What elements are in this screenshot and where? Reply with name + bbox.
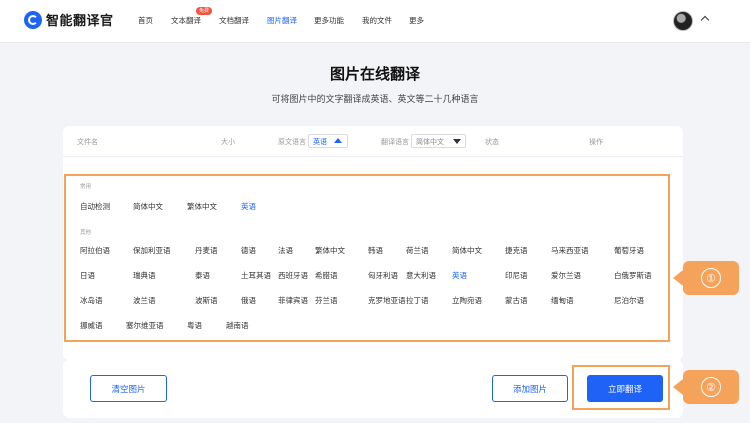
source-lang-value: 英语 [313,138,327,146]
target-lang-value: 简体中文 [416,138,444,146]
header-divider [63,156,683,157]
add-image-button[interactable]: 添加图片 [492,375,568,402]
lang-option[interactable]: 葡萄牙语 [614,245,644,256]
lang-option[interactable]: 瑞典语 [133,270,156,281]
nav-my-files[interactable]: 我的文件 [362,15,392,26]
lang-option[interactable]: 挪威语 [80,320,103,331]
lang-option[interactable]: 西班牙语 [278,270,308,281]
col-size: 大小 [221,138,235,146]
lang-option[interactable]: 丹麦语 [195,245,218,256]
lang-option[interactable]: 日语 [80,270,95,281]
lang-option[interactable]: 简体中文 [452,245,482,256]
lang-option[interactable]: 匈牙利语 [368,270,398,281]
callout-number: ② [701,377,721,397]
col-target-lang: 翻译语言 [381,138,409,146]
lang-option[interactable]: 拉丁语 [406,295,429,306]
lang-option[interactable]: 塞尔维亚语 [126,320,164,331]
nav-image-translate[interactable]: 图片翻译 [267,15,297,26]
lang-option[interactable]: 俄语 [241,295,256,306]
nav-more-features[interactable]: 更多功能 [314,15,344,26]
nav-doc-translate[interactable]: 文档翻译 [219,15,249,26]
free-badge: 免费 [196,7,213,15]
app-brand[interactable]: 智能翻译官 [46,10,114,29]
page-title: 图片在线翻译 [329,65,420,83]
lang-option[interactable]: 简体中文 [133,201,163,212]
lang-option[interactable]: 自动检测 [80,201,110,212]
callout-2: ② [673,370,739,404]
lang-option[interactable]: 克罗地亚语 [368,295,406,306]
lang-option[interactable]: 粤语 [187,320,202,331]
language-dropdown: 常用 自动检测 简体中文 繁体中文 英语 其他 阿拉伯语 保加利亚语 丹麦语 德语 法语 繁体中… [64,174,670,342]
page-subtitle: 可将图片中的文字翻译成英语、英文等二十几种语言 [271,95,479,105]
chevron-up-icon[interactable] [700,15,710,25]
lang-option[interactable]: 越南语 [226,320,249,331]
lang-option[interactable]: 菲律宾语 [278,295,308,306]
callout-arrow [673,270,683,286]
lang-option[interactable]: 冰岛语 [80,295,103,306]
lang-option[interactable]: 泰语 [195,270,210,281]
lang-option[interactable]: 波兰语 [133,295,156,306]
lang-option[interactable]: 英语 [452,270,467,281]
nav-text-translate[interactable]: 文本翻译 [171,15,201,26]
lang-option[interactable]: 意大利语 [406,270,436,281]
lang-option[interactable]: 印尼语 [505,270,528,281]
callout-1: ① [673,261,739,295]
col-source-lang: 原文语言 [278,138,306,146]
lang-option[interactable]: 爱尔兰语 [551,270,581,281]
lang-option[interactable]: 法语 [278,245,293,256]
lang-option[interactable]: 立陶宛语 [452,295,482,306]
lang-option[interactable]: 捷克语 [505,245,528,256]
lang-option[interactable]: 荷兰语 [406,245,429,256]
common-group-label: 常用 [80,184,92,190]
lang-option[interactable]: 马来西亚语 [551,245,589,256]
lang-option[interactable]: 繁体中文 [187,201,217,212]
user-avatar[interactable] [673,11,693,31]
lang-option[interactable]: 保加利亚语 [133,245,171,256]
caret-up-icon [334,138,342,143]
clear-images-button[interactable]: 清空图片 [90,375,167,402]
caret-down-icon [453,139,461,144]
nav-home[interactable]: 首页 [138,15,153,26]
target-lang-select[interactable]: 简体中文 [411,134,466,148]
lang-option[interactable]: 希腊语 [315,270,338,281]
lang-option[interactable]: 阿拉伯语 [80,245,110,256]
lang-option[interactable]: 白俄罗斯语 [614,270,652,281]
other-group-label: 其他 [80,230,92,236]
translate-highlight-frame [572,365,670,410]
lang-option[interactable]: 英语 [241,201,256,212]
app-logo-icon[interactable] [24,11,42,29]
lang-option[interactable]: 韩语 [368,245,383,256]
source-lang-select[interactable]: 英语 [308,134,348,148]
lang-option[interactable]: 波斯语 [195,295,218,306]
col-filename: 文件名 [77,138,98,146]
lang-option[interactable]: 德语 [241,245,256,256]
top-nav-bar: 智能翻译官 首页 文本翻译 文档翻译 图片翻译 更多功能 我的文件 更多 免费 [0,0,750,43]
col-status: 状态 [485,138,499,146]
col-action: 操作 [589,138,603,146]
lang-option[interactable]: 缅甸语 [551,295,574,306]
lang-option[interactable]: 繁体中文 [315,245,345,256]
lang-option[interactable]: 尼泊尔语 [614,295,644,306]
callout-arrow [673,379,683,395]
lang-option[interactable]: 蒙古语 [505,295,528,306]
lang-option[interactable]: 土耳其语 [241,270,271,281]
nav-more[interactable]: 更多 [409,15,424,26]
callout-number: ① [701,268,721,288]
lang-option[interactable]: 芬兰语 [315,295,338,306]
